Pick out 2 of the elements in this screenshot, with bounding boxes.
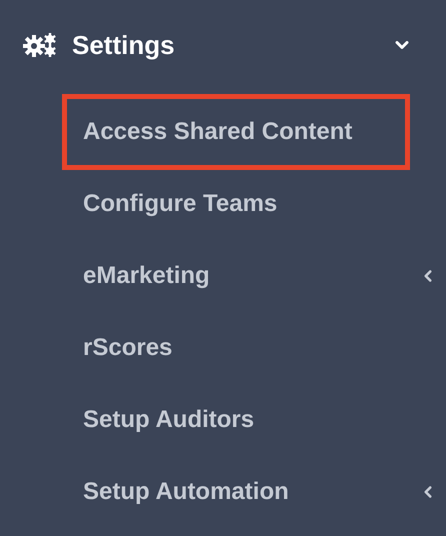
menu-item[interactable]: Access Shared Content <box>62 94 410 170</box>
section-title[interactable]: Settings <box>72 26 175 64</box>
